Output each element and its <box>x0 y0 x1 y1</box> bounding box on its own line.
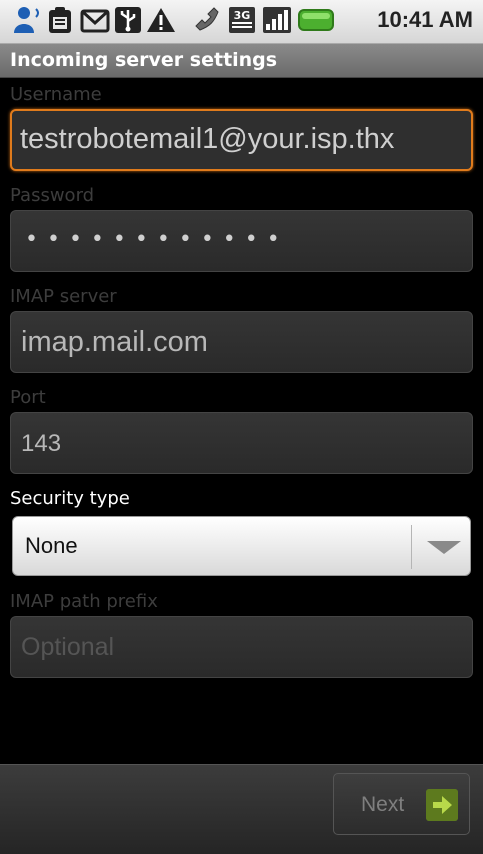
clock: 10:41 AM <box>377 7 473 32</box>
username-label: Username <box>10 84 102 105</box>
network-3g-icon: 3G <box>229 7 255 33</box>
security-type-value: None <box>25 533 78 558</box>
chevron-down-icon <box>427 541 461 554</box>
imap-server-field[interactable]: imap.mail.com <box>10 311 473 373</box>
username-field[interactable]: testrobotemail1@your.isp.thx <box>10 109 473 171</box>
port-value: 143 <box>21 430 62 457</box>
next-button[interactable]: Next <box>333 773 470 835</box>
password-label: Password <box>10 185 95 206</box>
imap-server-value: imap.mail.com <box>21 326 208 358</box>
port-field[interactable]: 143 <box>10 412 473 474</box>
warning-icon <box>147 8 175 32</box>
dropdown-divider <box>411 525 412 569</box>
path-prefix-field[interactable]: Optional <box>10 616 473 678</box>
clipboard-icon <box>49 7 71 33</box>
password-value: •••••••••••• <box>25 227 289 252</box>
path-prefix-placeholder: Optional <box>21 633 115 661</box>
title-bar: Incoming server settings <box>0 44 483 78</box>
signal-icon <box>263 7 291 33</box>
page-title: Incoming server settings <box>10 49 278 71</box>
battery-icon <box>298 9 334 31</box>
next-button-label: Next <box>361 793 405 816</box>
password-field[interactable]: •••••••••••• <box>10 210 473 272</box>
security-type-dropdown[interactable]: None <box>12 516 471 576</box>
network-3g-label: 3G <box>234 9 251 22</box>
phone-icon <box>195 7 219 31</box>
gmail-icon <box>80 9 110 33</box>
arrow-right-icon <box>426 789 458 821</box>
security-type-label: Security type <box>10 488 130 509</box>
people-icon <box>14 7 39 33</box>
port-label: Port <box>10 387 46 408</box>
path-prefix-label: IMAP path prefix <box>10 591 158 612</box>
bottom-bar: Next <box>0 764 483 854</box>
usb-icon <box>115 7 141 33</box>
username-value: testrobotemail1@your.isp.thx <box>20 123 395 155</box>
status-bar: 3G 10:41 AM <box>0 0 483 44</box>
imap-server-label: IMAP server <box>10 286 117 307</box>
screen: 3G 10:41 AM Incoming server settings Use… <box>0 0 483 854</box>
